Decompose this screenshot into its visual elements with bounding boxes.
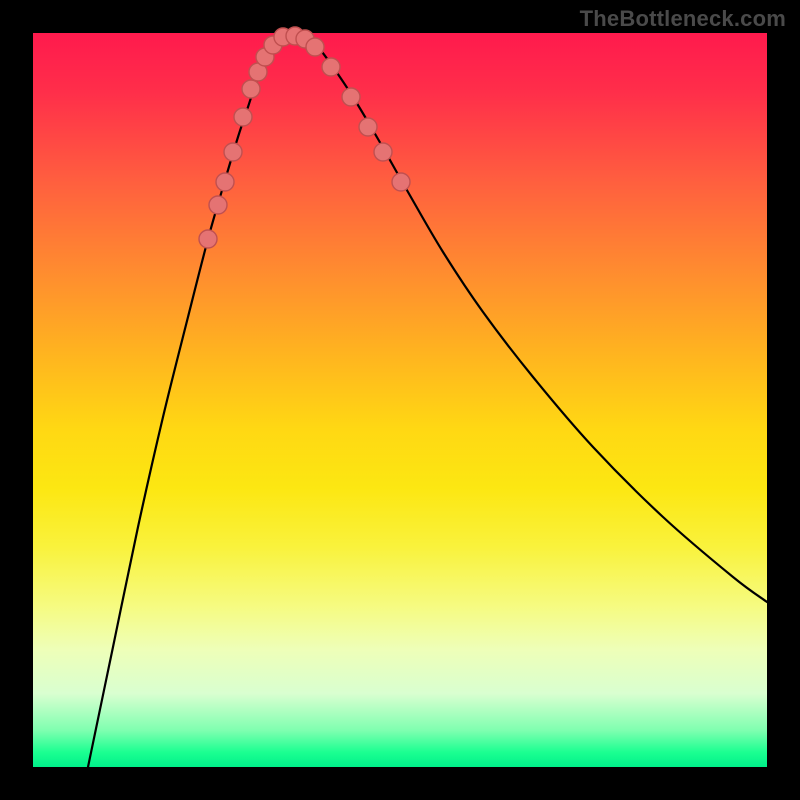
marker-dot [306, 38, 324, 56]
marker-dot [342, 88, 360, 106]
bottleneck-curve [88, 36, 767, 767]
marker-dot [322, 58, 340, 76]
marker-dot [374, 143, 392, 161]
marker-dot [242, 80, 260, 98]
marker-dot [209, 196, 227, 214]
marker-dot [224, 143, 242, 161]
marker-dot [234, 108, 252, 126]
marker-dot [216, 173, 234, 191]
plot-area [33, 33, 767, 767]
watermark-text: TheBottleneck.com [580, 6, 786, 32]
bottleneck-curve-svg [33, 33, 767, 767]
marker-dot [199, 230, 217, 248]
curve-group [88, 36, 767, 767]
marker-dot [392, 173, 410, 191]
marker-dot [359, 118, 377, 136]
chart-frame: TheBottleneck.com [0, 0, 800, 800]
